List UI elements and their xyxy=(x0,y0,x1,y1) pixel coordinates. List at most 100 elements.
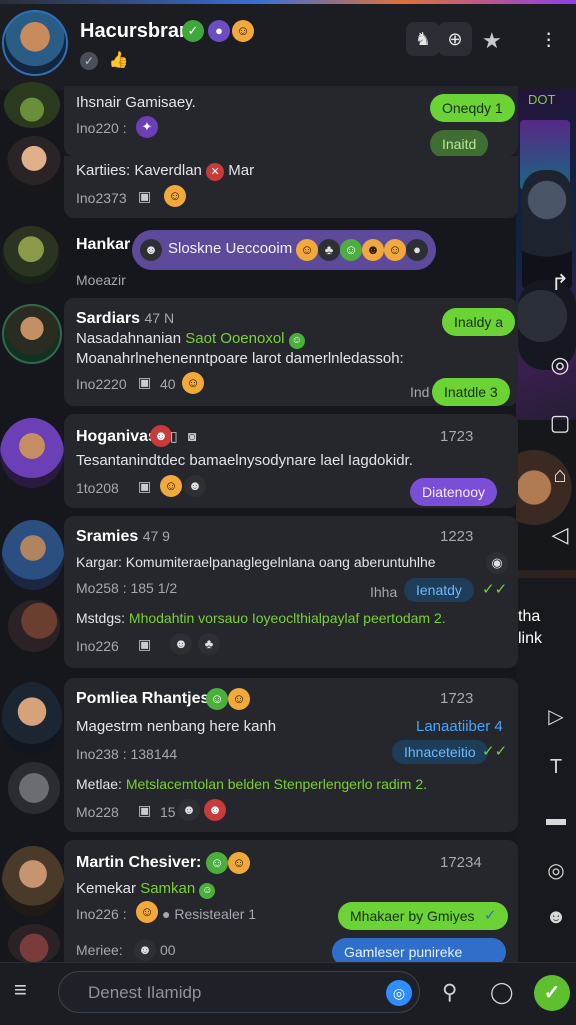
timestamp: Ino2373 xyxy=(76,190,127,206)
contact-name-text: Sardiars xyxy=(76,310,141,327)
contact-name[interactable]: Hankar xyxy=(76,236,130,254)
back-icon[interactable]: ◁ xyxy=(540,522,576,548)
reply-pill[interactable]: Ienatdy xyxy=(404,578,474,602)
emoji-icon: ☻ xyxy=(178,799,200,821)
gif-icon[interactable]: ◎ xyxy=(386,980,412,1006)
link-text[interactable]: Lanaatiiber 4 xyxy=(416,718,503,735)
contact-name-text: Sramies xyxy=(76,528,139,545)
message-text: Saot Ooenoxol xyxy=(185,330,285,347)
square-icon: ▯ xyxy=(170,428,178,444)
avatar[interactable] xyxy=(2,10,68,76)
page-title[interactable]: Hacursbran xyxy=(80,20,191,43)
timestamp: 1723 xyxy=(440,428,474,445)
emoji-icon: ☺ xyxy=(340,239,362,261)
meta: 1to208 xyxy=(76,480,119,496)
avatar[interactable] xyxy=(6,136,62,192)
record-icon[interactable]: ◎ xyxy=(540,352,576,378)
reply-pill[interactable]: Oneqdy 1 xyxy=(430,94,515,122)
contact-name[interactable]: Martin Chesiver: xyxy=(76,854,201,872)
message-text: Samkan xyxy=(140,880,196,897)
message-count: 2. xyxy=(415,776,427,792)
avatar[interactable] xyxy=(2,846,64,916)
message-line-2: Mstdgs: Mhodahtin vorsauo Ioyeoclthialpa… xyxy=(76,610,446,626)
emoji-icon: ☺ xyxy=(296,239,318,261)
controller-icon[interactable]: ☻ xyxy=(536,906,576,929)
message-line-2: Metlae: Metslacemtolan belden Stenperlen… xyxy=(76,776,427,792)
pill-prefix: Ind xyxy=(410,384,430,400)
home-icon[interactable]: ⌂ xyxy=(540,462,576,488)
reply-pill-2[interactable]: Inaitd xyxy=(430,130,489,158)
emoji-icon: ☺ xyxy=(199,883,216,899)
check-icon: ✓ xyxy=(80,52,98,70)
message-preview: Tesantanindtdec bamaelnysodynare lael Ia… xyxy=(76,452,413,469)
avatar[interactable] xyxy=(2,226,60,284)
chat-icon[interactable]: ▬ xyxy=(536,808,576,831)
contact-name[interactable]: Sardiars 47 N xyxy=(76,310,174,328)
avatar[interactable] xyxy=(2,520,64,590)
image-icon: ▣ xyxy=(138,636,152,652)
input-placeholder: Denest Ilamidp xyxy=(88,983,202,1002)
image-icon: ▣ xyxy=(138,188,152,204)
read-tick-icon: ✓ xyxy=(484,907,497,924)
emoji-icon: ♣ xyxy=(198,633,220,655)
avatar[interactable] xyxy=(8,924,60,964)
emoji-icon: ♣ xyxy=(318,239,340,261)
meta: Ino226 : xyxy=(76,906,127,922)
side-caption-line-2: link xyxy=(518,630,543,647)
meta: Mo258 : 185 1/2 xyxy=(76,580,178,596)
contact-name[interactable]: Sramies 47 9 xyxy=(76,528,170,546)
count: 15 xyxy=(160,804,176,820)
emoji-icon: ☺ xyxy=(206,688,228,710)
image-icon: ▣ xyxy=(138,478,152,494)
read-ticks-icon: ✓✓ xyxy=(482,743,508,760)
mic-icon[interactable]: ⚲ xyxy=(442,980,457,1005)
emoji-icon: ☺ xyxy=(288,333,305,349)
emoji-icon: ☻ xyxy=(204,799,226,821)
purple-badge-icon: ● xyxy=(208,20,230,42)
square-icon[interactable]: ▢ xyxy=(540,410,576,436)
contact-name[interactable]: Hoganivas xyxy=(76,428,157,446)
timestamp: 1223 xyxy=(440,528,474,545)
emoji-icon: ☻ xyxy=(150,425,172,447)
reply-pill-2[interactable]: Inatdle 3 xyxy=(432,378,510,406)
avatar[interactable] xyxy=(2,682,62,756)
avatar[interactable] xyxy=(8,600,60,652)
timestamp: 1723 xyxy=(440,690,474,707)
add-user-icon[interactable]: ⊕ xyxy=(438,22,472,56)
text-icon[interactable]: T xyxy=(536,756,576,779)
message-count: 2. xyxy=(433,610,446,626)
send-button[interactable]: ✓ xyxy=(534,975,570,1011)
message-line-2: Moanahrlnehenenntpoare larot damerlnleda… xyxy=(76,350,404,367)
emoji-icon: ● xyxy=(406,239,428,261)
message-text: Mhodahtin vorsauo Ioyeoclthialpaylaf pee… xyxy=(128,610,431,626)
camera-icon[interactable]: ◎ xyxy=(536,858,576,883)
sender-label: Metlae: xyxy=(76,776,122,792)
message-suffix: Mar xyxy=(228,162,255,179)
reply-pill[interactable]: Diatenooy xyxy=(410,478,498,506)
emoji-icon: ☺ xyxy=(384,239,406,261)
message-preview: Kargar: Komumiteraelpanaglegelnlana oang… xyxy=(76,554,436,570)
meta-extra: ● Resistealer 1 xyxy=(162,906,257,922)
avatar[interactable] xyxy=(4,82,60,128)
more-menu-icon[interactable]: · · · xyxy=(545,22,552,56)
reply-pill[interactable]: Ihnaceteitio xyxy=(392,740,488,764)
chat-bubble-icon[interactable]: ◯ xyxy=(490,980,514,1005)
share-icon[interactable]: ↱ xyxy=(540,270,576,296)
play-icon[interactable]: ▷ xyxy=(536,704,576,729)
reply-pill[interactable]: Inaldy a xyxy=(442,308,516,336)
message-preview: Magestrm nenbang here kanh xyxy=(76,718,277,735)
contact-name[interactable]: Pomliea Rhantjes: xyxy=(76,690,215,708)
avatar[interactable] xyxy=(8,762,60,814)
star-icon[interactable]: ★ xyxy=(482,28,502,54)
reaction-x-icon: ✕ xyxy=(206,163,225,181)
message-preview: Ihsnair Gamisaey. xyxy=(76,94,196,111)
reply-pill[interactable]: Mhakaer by Gmiyes xyxy=(338,902,508,930)
timestamp: Mo228 xyxy=(76,804,119,820)
avatar[interactable] xyxy=(2,304,62,364)
read-ticks-icon: ✓✓ xyxy=(482,581,508,598)
header-subtitle-icons: ✓ 👍 xyxy=(80,50,128,70)
pill-prefix: Ihha xyxy=(370,584,398,600)
game-icon[interactable]: ♞ xyxy=(406,22,440,56)
avatar[interactable] xyxy=(0,418,64,488)
menu-icon[interactable]: ≡ xyxy=(14,977,27,1003)
